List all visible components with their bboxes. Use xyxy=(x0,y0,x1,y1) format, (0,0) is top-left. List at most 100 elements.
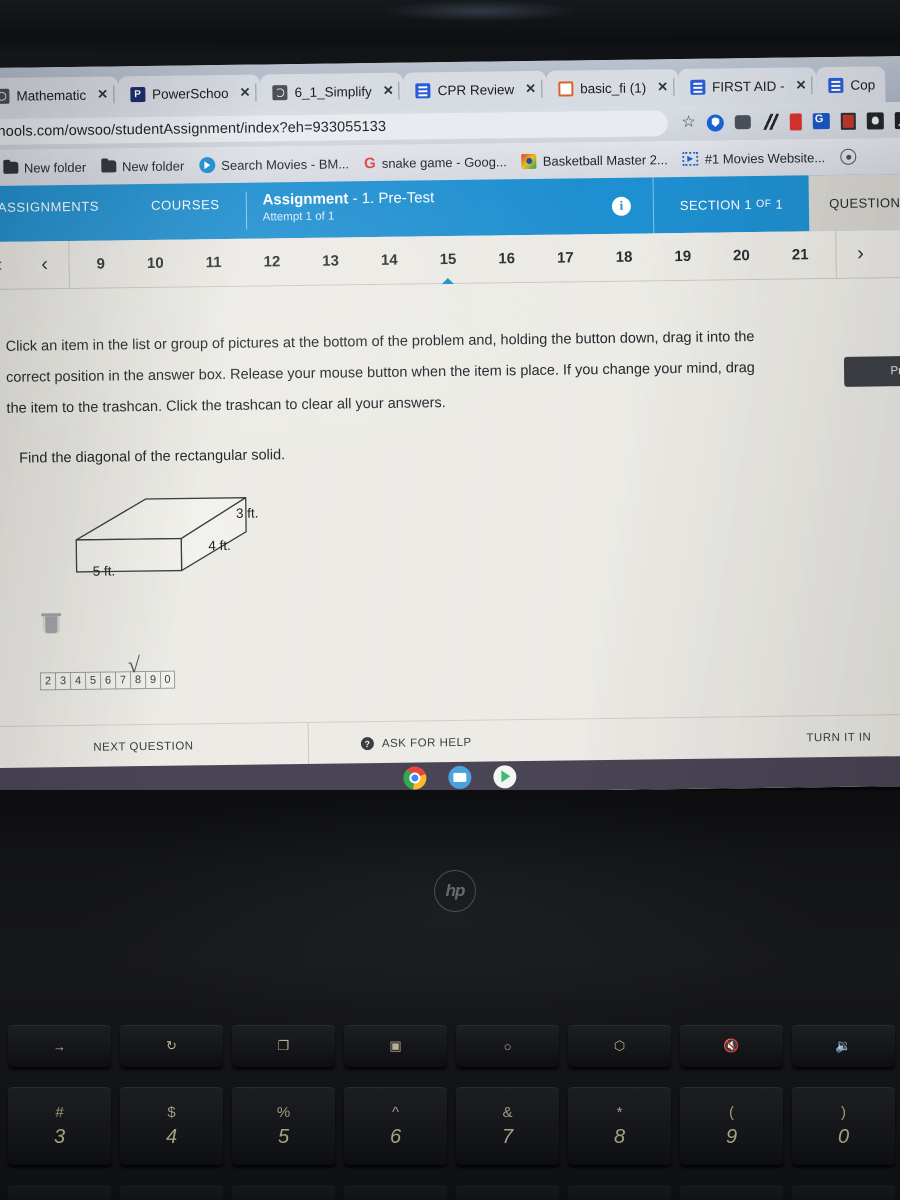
volume-down-key[interactable]: 🔉 xyxy=(792,1025,895,1067)
tile-5[interactable]: 5 xyxy=(84,671,101,690)
globe-icon xyxy=(0,88,10,104)
question-number-19[interactable]: 19 xyxy=(666,242,699,271)
close-icon[interactable]: ✕ xyxy=(795,77,806,93)
bookmark-new-folder-2[interactable]: New folder xyxy=(101,158,184,174)
close-icon[interactable]: ✕ xyxy=(383,83,394,99)
red-book-extension-icon[interactable] xyxy=(840,112,856,130)
brightness-down-key[interactable]: ○ xyxy=(456,1025,559,1067)
letter-key[interactable] xyxy=(232,1185,335,1200)
camera-extension-icon[interactable] xyxy=(734,115,751,130)
question-number-11[interactable]: 11 xyxy=(197,248,229,277)
close-icon[interactable]: ✕ xyxy=(657,79,668,95)
reload-key[interactable]: ↻ xyxy=(120,1025,223,1067)
question-number-14[interactable]: 14 xyxy=(373,246,406,275)
browser-tab-cpr-review[interactable]: CPR Review ✕ xyxy=(403,70,547,109)
nav-assignments[interactable]: ASSIGNMENTS xyxy=(0,198,125,229)
last-question-button[interactable]: » xyxy=(884,242,900,266)
letter-key[interactable] xyxy=(344,1185,447,1200)
browser-tab-cop[interactable]: Cop xyxy=(816,66,886,104)
mute-key[interactable]: 🔇 xyxy=(680,1025,783,1067)
radical-icon[interactable]: √ xyxy=(128,652,140,678)
browser-tab-simplify[interactable]: 6_1_Simplify ✕ xyxy=(260,72,404,111)
letter-key[interactable] xyxy=(568,1185,671,1200)
section-prefix: SECTION 1 xyxy=(679,196,753,213)
fullscreen-key[interactable]: ❐ xyxy=(232,1025,335,1067)
turn-it-in-button[interactable]: TURN IT IN xyxy=(739,730,900,745)
chrome-icon[interactable] xyxy=(402,765,427,790)
tile-9[interactable]: 9 xyxy=(144,670,161,690)
bookmark-atom[interactable] xyxy=(840,148,857,165)
pen-extension-icon[interactable] xyxy=(894,111,900,129)
first-question-button[interactable]: « xyxy=(0,254,21,278)
question-number-9[interactable]: 9 xyxy=(88,249,113,278)
info-icon: i xyxy=(611,196,631,216)
red-extension-icon[interactable] xyxy=(789,112,802,131)
info-button[interactable]: i xyxy=(589,177,653,234)
star-icon[interactable]: ☆ xyxy=(681,114,696,131)
question-number-17[interactable]: 17 xyxy=(549,243,582,272)
tile-4[interactable]: 4 xyxy=(69,671,86,691)
letter-key[interactable] xyxy=(456,1185,559,1200)
tile-6[interactable]: 6 xyxy=(99,671,116,690)
overview-key[interactable]: ▣ xyxy=(344,1025,447,1067)
brightness-up-key[interactable]: ⬡ xyxy=(568,1025,671,1067)
tile-2[interactable]: 2 xyxy=(39,672,56,691)
dark-extension-icon[interactable] xyxy=(866,111,884,130)
globe-icon xyxy=(272,84,288,100)
key-digit: 7 xyxy=(501,1125,514,1148)
question-number-18[interactable]: 18 xyxy=(608,243,641,272)
rectangular-solid-figure: 3 ft. 4 ft. 5 ft. xyxy=(36,485,337,599)
letter-key[interactable] xyxy=(120,1185,223,1200)
stripes-extension-icon[interactable] xyxy=(761,113,779,130)
grammarly-extension-icon[interactable] xyxy=(812,113,830,130)
print-button[interactable]: Print xyxy=(843,355,900,387)
letter-key[interactable] xyxy=(680,1185,783,1200)
letter-key[interactable] xyxy=(792,1185,895,1200)
nav-courses[interactable]: COURSES xyxy=(125,196,246,227)
key-digit: 0 xyxy=(837,1125,850,1148)
key-4[interactable]: $ 4 xyxy=(120,1087,223,1165)
letter-key[interactable] xyxy=(8,1185,111,1200)
question-number-21[interactable]: 21 xyxy=(784,240,817,269)
next-question-button[interactable]: › xyxy=(836,242,884,266)
browser-tab-first-aid[interactable]: FIRST AID - ✕ xyxy=(677,67,817,106)
prev-question-button[interactable]: ‹ xyxy=(20,253,68,277)
browser-tab-powerschool[interactable]: P PowerSchoo ✕ xyxy=(117,74,261,113)
close-icon[interactable]: ✕ xyxy=(97,86,108,102)
bookmark-new-folder-1[interactable]: New folder xyxy=(2,159,86,175)
key-6[interactable]: ^ 6 xyxy=(344,1087,447,1165)
question-number-12[interactable]: 12 xyxy=(255,247,288,276)
bookmark-movies-website[interactable]: #1 Movies Website... xyxy=(683,150,826,167)
key-5[interactable]: % 5 xyxy=(232,1087,335,1165)
key-symbol: $ xyxy=(167,1103,176,1121)
browser-tab-basic-fi[interactable]: basic_fi (1) ✕ xyxy=(545,69,679,107)
key-8[interactable]: * 8 xyxy=(568,1087,671,1165)
bookmark-label: snake game - Goog... xyxy=(381,153,507,171)
files-icon[interactable] xyxy=(447,765,472,789)
question-number-15[interactable]: 15 xyxy=(431,245,464,274)
key-9[interactable]: ( 9 xyxy=(680,1087,783,1165)
bookmark-basketball-master[interactable]: Basketball Master 2... xyxy=(521,152,668,169)
question-number-16[interactable]: 16 xyxy=(490,244,523,273)
next-question-link[interactable]: NEXT QUESTION xyxy=(0,722,310,771)
question-number-20[interactable]: 20 xyxy=(725,241,758,270)
tile-3[interactable]: 3 xyxy=(54,672,71,691)
question-number-13[interactable]: 13 xyxy=(314,246,347,275)
assignment-info: Assignment - 1. Pre-Test Attempt 1 of 1 xyxy=(246,178,590,238)
close-icon[interactable]: ✕ xyxy=(240,85,251,101)
trash-icon[interactable] xyxy=(41,612,61,634)
close-icon[interactable]: ✕ xyxy=(525,81,536,97)
forward-key[interactable]: → xyxy=(8,1025,111,1067)
key-3[interactable]: # 3 xyxy=(8,1087,111,1165)
bookmark-snake-game[interactable]: G snake game - Goog... xyxy=(364,153,507,172)
bookmark-search-movies[interactable]: Search Movies - BM... xyxy=(199,155,349,174)
key-7[interactable]: & 7 xyxy=(456,1087,559,1165)
address-bar[interactable]: schools.com/owsoo/studentAssignment/inde… xyxy=(0,110,668,146)
tile-0[interactable]: 0 xyxy=(159,670,176,689)
play-store-icon[interactable] xyxy=(492,764,517,788)
browser-tab-mathematic[interactable]: Mathematic ✕ xyxy=(0,76,119,115)
shield-extension-icon[interactable] xyxy=(706,113,724,132)
question-number-10[interactable]: 10 xyxy=(139,249,172,278)
ask-for-help-button[interactable]: ? ASK FOR HELP xyxy=(309,732,739,751)
key-0[interactable]: ) 0 xyxy=(792,1087,895,1165)
